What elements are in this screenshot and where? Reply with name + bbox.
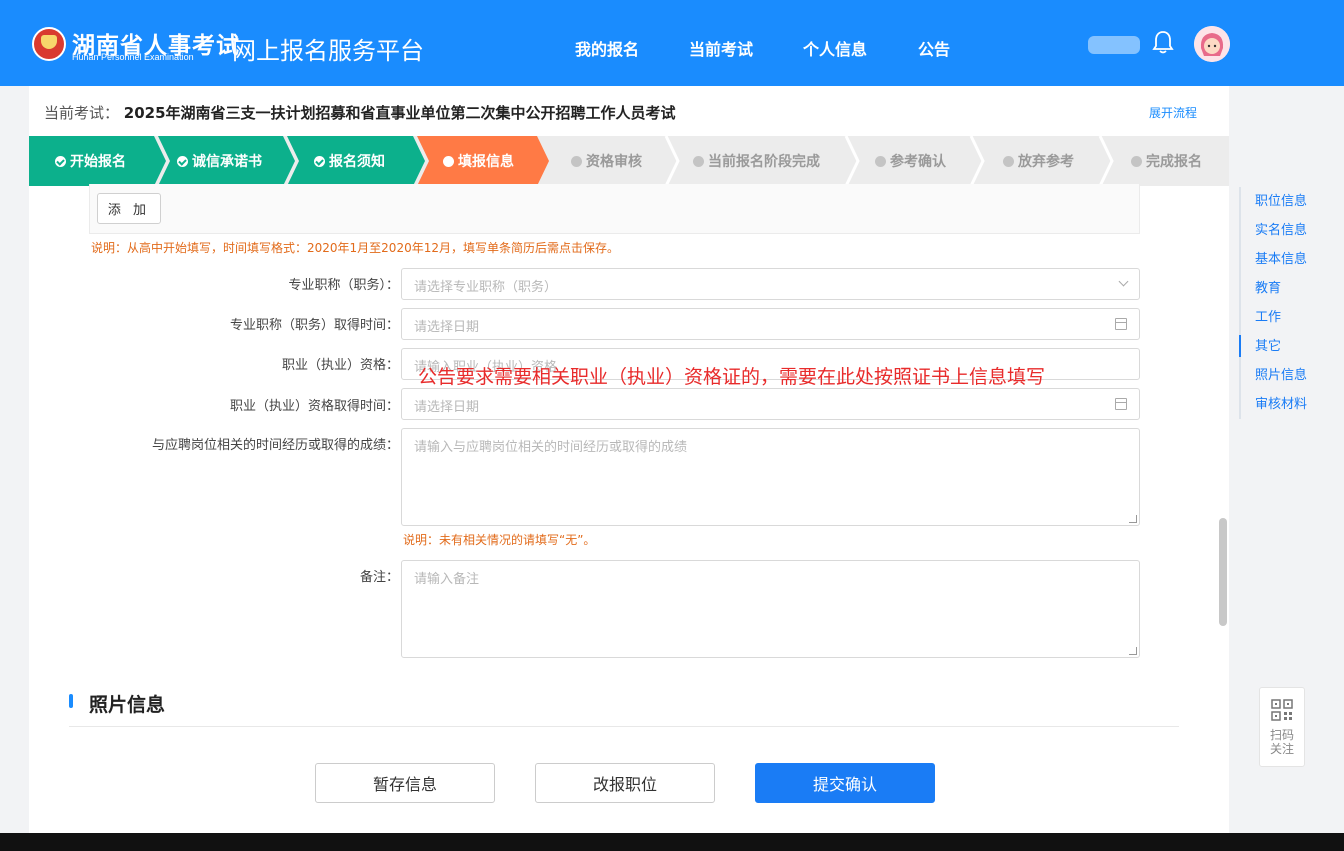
- resume-box: [89, 184, 1140, 234]
- side-item-basic[interactable]: 基本信息: [1241, 245, 1329, 274]
- clock-icon: [875, 155, 886, 167]
- calendar-icon: [1115, 318, 1127, 330]
- experience-textarea[interactable]: 请输入与应聘岗位相关的时间经历或取得的成绩: [401, 428, 1140, 526]
- step-confirm: 参考确认: [875, 136, 946, 186]
- remark-textarea[interactable]: 请输入备注: [401, 560, 1140, 658]
- add-resume-button[interactable]: 添 加: [97, 193, 161, 224]
- qr-text: 扫码 关注: [1260, 728, 1304, 756]
- title-date-label: 专业职称（职务）取得时间：: [229, 318, 399, 333]
- side-anchor-nav: 职位信息 实名信息 基本信息 教育 工作 其它 照片信息 审核材料: [1239, 187, 1329, 419]
- step-label: 开始报名: [70, 154, 126, 170]
- logo-emblem-icon: [32, 27, 66, 61]
- step-label: 放弃参考: [1018, 154, 1074, 170]
- step-label: 参考确认: [890, 154, 946, 170]
- save-draft-button[interactable]: 暂存信息: [315, 763, 495, 803]
- remark-placeholder: 请输入备注: [414, 572, 480, 587]
- title-date-picker[interactable]: 请选择日期: [401, 308, 1140, 340]
- qr-text-line1: 扫码: [1269, 728, 1294, 742]
- title-label: 专业职称（职务）：: [288, 278, 399, 293]
- step-start[interactable]: 开始报名: [55, 136, 126, 186]
- qualification-label: 职业（执业）资格：: [281, 358, 399, 373]
- side-item-other[interactable]: 其它: [1239, 332, 1329, 361]
- location-pin-icon: [443, 155, 454, 167]
- section-divider: [69, 726, 1179, 727]
- clock-icon: [1131, 155, 1142, 167]
- side-item-photo[interactable]: 照片信息: [1241, 361, 1329, 390]
- progress-steps: 开始报名 诚信承诺书 报名须知 填报信息 资格审核 当前报名阶段完成 参考确认 …: [29, 136, 1229, 186]
- nav-my-registration[interactable]: 我的报名: [575, 36, 639, 60]
- bell-icon[interactable]: [1152, 30, 1174, 60]
- current-exam-name: 2025年湖南省三支一扶计划招募和省直事业单位第二次集中公开招聘工作人员考试: [123, 104, 676, 122]
- step-fill-info[interactable]: 填报信息: [443, 136, 514, 186]
- qualification-date-picker[interactable]: 请选择日期: [401, 388, 1140, 420]
- user-name-blurred[interactable]: [1088, 36, 1140, 54]
- qr-text-line2: 关注: [1269, 742, 1294, 756]
- step-integrity[interactable]: 诚信承诺书: [177, 136, 262, 186]
- step-label: 当前报名阶段完成: [708, 154, 820, 170]
- step-abandon: 放弃参考: [1003, 136, 1074, 186]
- side-item-realname[interactable]: 实名信息: [1241, 216, 1329, 245]
- clock-icon: [1003, 155, 1014, 167]
- experience-note: 说明：未有相关情况的请填写“无”。: [403, 533, 596, 547]
- title-date-placeholder: 请选择日期: [414, 320, 480, 335]
- side-item-education[interactable]: 教育: [1241, 274, 1329, 303]
- clock-icon: [693, 155, 704, 167]
- nav-announcement[interactable]: 公告: [918, 36, 950, 60]
- step-review: 资格审核: [571, 136, 642, 186]
- qualification-date-label: 职业（执业）资格取得时间：: [229, 399, 399, 414]
- qr-follow-widget[interactable]: 扫码 关注: [1259, 687, 1305, 767]
- annotation-text: 公告要求需要相关职业（执业）资格证的，需要在此处按照证书上信息填写: [418, 366, 1046, 388]
- step-label: 资格审核: [586, 154, 642, 170]
- step-notice[interactable]: 报名须知: [314, 136, 385, 186]
- step-finish: 完成报名: [1131, 136, 1202, 186]
- expand-process-link[interactable]: 展开流程: [1149, 104, 1197, 121]
- platform-title: 网上报名服务平台: [232, 37, 424, 65]
- resize-handle-icon[interactable]: [1129, 515, 1137, 523]
- title-select[interactable]: 请选择专业职称（职务）: [401, 268, 1140, 300]
- check-icon: [314, 155, 325, 167]
- experience-label: 与应聘岗位相关的时间经历或取得的成绩：: [151, 438, 399, 453]
- calendar-icon: [1115, 398, 1127, 410]
- check-icon: [55, 155, 66, 167]
- main-panel: 当前考试： 2025年湖南省三支一扶计划招募和省直事业单位第二次集中公开招聘工作…: [29, 86, 1229, 833]
- experience-placeholder: 请输入与应聘岗位相关的时间经历或取得的成绩: [414, 440, 688, 455]
- avatar[interactable]: [1194, 26, 1230, 62]
- qualification-date-placeholder: 请选择日期: [414, 400, 480, 415]
- current-exam-label: 当前考试：: [44, 104, 120, 122]
- submit-button[interactable]: 提交确认: [755, 763, 935, 803]
- scrollbar[interactable]: [1219, 518, 1227, 626]
- side-item-materials[interactable]: 审核材料: [1241, 390, 1329, 419]
- title-placeholder: 请选择专业职称（职务）: [414, 280, 558, 295]
- step-label: 诚信承诺书: [192, 154, 262, 170]
- step-label: 完成报名: [1146, 154, 1202, 170]
- qr-code-icon: [1271, 699, 1293, 721]
- current-exam-row: 当前考试： 2025年湖南省三支一扶计划招募和省直事业单位第二次集中公开招聘工作…: [44, 102, 676, 123]
- chevron-down-icon: [1118, 276, 1129, 287]
- nav-current-exam[interactable]: 当前考试: [689, 36, 753, 60]
- bottom-bar: [0, 833, 1344, 851]
- logo-subtitle: Hunan Personnel Examination: [72, 52, 194, 62]
- resize-handle-icon[interactable]: [1129, 647, 1137, 655]
- top-header: 湖南省人事考试 Hunan Personnel Examination 网上报名…: [0, 0, 1344, 86]
- check-icon: [177, 155, 188, 167]
- nav-personal-info[interactable]: 个人信息: [803, 36, 867, 60]
- clock-icon: [571, 155, 582, 167]
- step-label: 填报信息: [458, 154, 514, 170]
- step-stage-complete: 当前报名阶段完成: [693, 136, 820, 186]
- side-item-position[interactable]: 职位信息: [1241, 187, 1329, 216]
- remark-label: 备注：: [359, 570, 399, 585]
- change-position-button[interactable]: 改报职位: [535, 763, 715, 803]
- resume-note: 说明：从高中开始填写，时间填写格式：2020年1月至2020年12月，填写单条简…: [91, 241, 619, 255]
- section-marker: [69, 694, 73, 708]
- photo-section-title: 照片信息: [89, 694, 166, 716]
- step-label: 报名须知: [329, 154, 385, 170]
- side-item-work[interactable]: 工作: [1241, 303, 1329, 332]
